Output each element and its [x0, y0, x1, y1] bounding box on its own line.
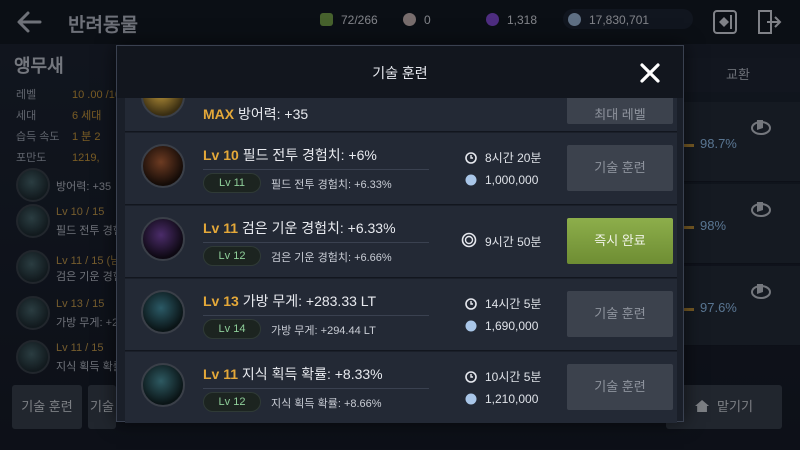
sword-skill-icon: [141, 144, 185, 188]
train-button[interactable]: 기술 훈련: [567, 364, 673, 410]
spinner-icon: [461, 232, 477, 248]
close-icon[interactable]: [639, 62, 661, 84]
silver-coin-icon: [465, 320, 477, 332]
bag-weight-icon: [141, 290, 185, 334]
training-cost: 1,210,000: [465, 392, 538, 406]
modal-header: 기술 훈련: [117, 46, 683, 98]
modal-title: 기술 훈련: [372, 65, 428, 81]
skill-row: MAX 방어력: +35 최대 레벨: [125, 98, 677, 132]
knowledge-book-icon: [141, 363, 185, 407]
max-level-button: 최대 레벨: [567, 98, 673, 124]
training-cost: 1,690,000: [465, 319, 538, 333]
training-time: 10시간 5분: [465, 368, 541, 385]
dark-spirit-icon: [141, 217, 185, 261]
silver-coin-icon: [465, 393, 477, 405]
instant-complete-button[interactable]: 즉시 완료: [567, 218, 673, 264]
train-button[interactable]: 기술 훈련: [567, 291, 673, 337]
next-level-info: Lv 11 필드 전투 경험치: +6.33%: [203, 173, 403, 193]
clock-icon: [465, 152, 477, 164]
training-cost: 1,000,000: [465, 173, 538, 187]
silver-coin-icon: [465, 174, 477, 186]
training-time: 9시간 50분: [461, 232, 541, 250]
next-level-info: Lv 12 검은 기운 경험치: +6.66%: [203, 246, 403, 266]
next-level-badge: Lv 12: [203, 392, 261, 412]
train-button[interactable]: 기술 훈련: [567, 145, 673, 191]
next-level-info: Lv 14 가방 무게: +294.44 LT: [203, 319, 403, 339]
training-time: 8시간 20분: [465, 149, 541, 166]
skill-row: Lv 13 가방 무게: +283.33 LT Lv 14 가방 무게: +294…: [125, 279, 677, 351]
skill-row: Lv 11 지식 획득 확률: +8.33% Lv 12 지식 획득 확률: +8…: [125, 352, 677, 423]
next-level-badge: Lv 12: [203, 246, 261, 266]
next-level-info: Lv 12 지식 획득 확률: +8.66%: [203, 392, 403, 412]
training-time: 14시간 5분: [465, 295, 541, 312]
clock-icon: [465, 298, 477, 310]
clock-icon: [465, 371, 477, 383]
skill-row: Lv 10 필드 전투 경험치: +6% Lv 11 필드 전투 경험치: +6.…: [125, 133, 677, 205]
next-level-badge: Lv 11: [203, 173, 261, 193]
skill-training-modal: 기술 훈련 MAX 방어력: +35 최대 레벨 Lv 10 필드 전투 경험치…: [116, 45, 684, 423]
shield-icon: [141, 98, 185, 118]
skill-list[interactable]: MAX 방어력: +35 최대 레벨 Lv 10 필드 전투 경험치: +6% …: [125, 98, 677, 423]
skill-row: Lv 11 검은 기운 경험치: +6.33% Lv 12 검은 기운 경험치: …: [125, 206, 677, 278]
next-level-badge: Lv 14: [203, 319, 261, 339]
